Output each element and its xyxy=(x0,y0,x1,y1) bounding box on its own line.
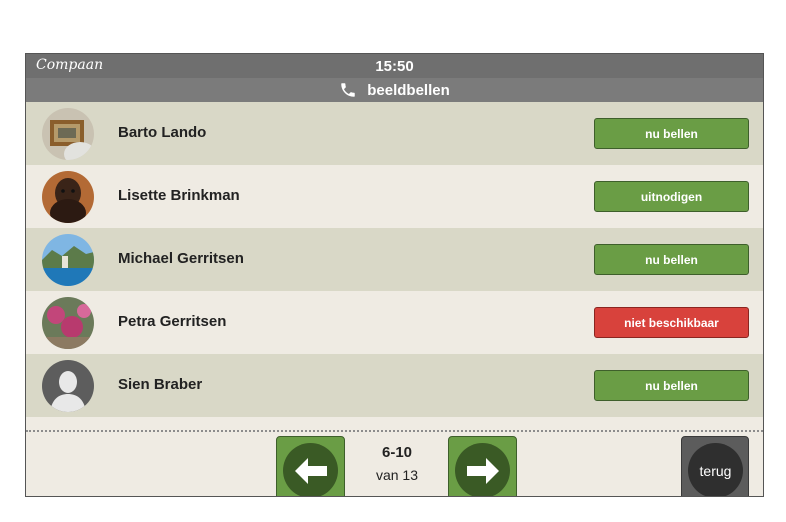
app-window: Compaan 15:50 beeldbellen Barto Lando nu… xyxy=(25,53,764,497)
contact-row: Barto Lando nu bellen xyxy=(26,102,763,165)
status-bar: Compaan 15:50 xyxy=(26,54,763,78)
arrow-right-icon xyxy=(466,457,499,484)
page-indicator: 6-10 van 13 xyxy=(356,444,438,483)
back-button-label: terug xyxy=(699,462,732,479)
contact-name: Petra Gerritsen xyxy=(118,313,227,330)
contact-row: Petra Gerritsen niet beschikbaar xyxy=(26,291,763,354)
default-person-icon xyxy=(42,360,94,412)
title-bar: beeldbellen xyxy=(26,78,763,102)
back-button[interactable]: terug xyxy=(681,436,749,496)
page-total: van 13 xyxy=(375,467,419,483)
avatar-photo xyxy=(42,234,94,286)
page-title: beeldbellen xyxy=(367,81,450,99)
arrow-left-icon xyxy=(294,457,327,484)
avatar-photo xyxy=(42,297,94,349)
unavailable-button[interactable]: niet beschikbaar xyxy=(594,307,749,338)
contact-row: Lisette Brinkman uitnodigen xyxy=(26,165,763,228)
phone-icon xyxy=(341,83,355,97)
call-now-button[interactable]: nu bellen xyxy=(594,370,749,401)
bottom-toolbar: 6-10 van 13 terug xyxy=(26,430,763,496)
contact-name: Michael Gerritsen xyxy=(118,250,244,267)
page-range: 6-10 xyxy=(381,444,413,461)
invite-button[interactable]: uitnodigen xyxy=(594,181,749,212)
contact-list: Barto Lando nu bellen Lisette Brinkman u… xyxy=(26,102,763,417)
call-now-button[interactable]: nu bellen xyxy=(594,244,749,275)
contact-name: Sien Braber xyxy=(118,376,203,393)
previous-page-button[interactable] xyxy=(276,436,345,496)
clock: 15:50 xyxy=(375,58,414,75)
contact-name: Barto Lando xyxy=(118,124,207,141)
next-page-button[interactable] xyxy=(448,436,517,496)
contact-row: Michael Gerritsen nu bellen xyxy=(26,228,763,291)
avatar-photo xyxy=(42,108,94,160)
contact-row: Sien Braber nu bellen xyxy=(26,354,763,417)
avatar-photo xyxy=(42,171,94,223)
call-now-button[interactable]: nu bellen xyxy=(594,118,749,149)
contact-name: Lisette Brinkman xyxy=(118,187,240,204)
